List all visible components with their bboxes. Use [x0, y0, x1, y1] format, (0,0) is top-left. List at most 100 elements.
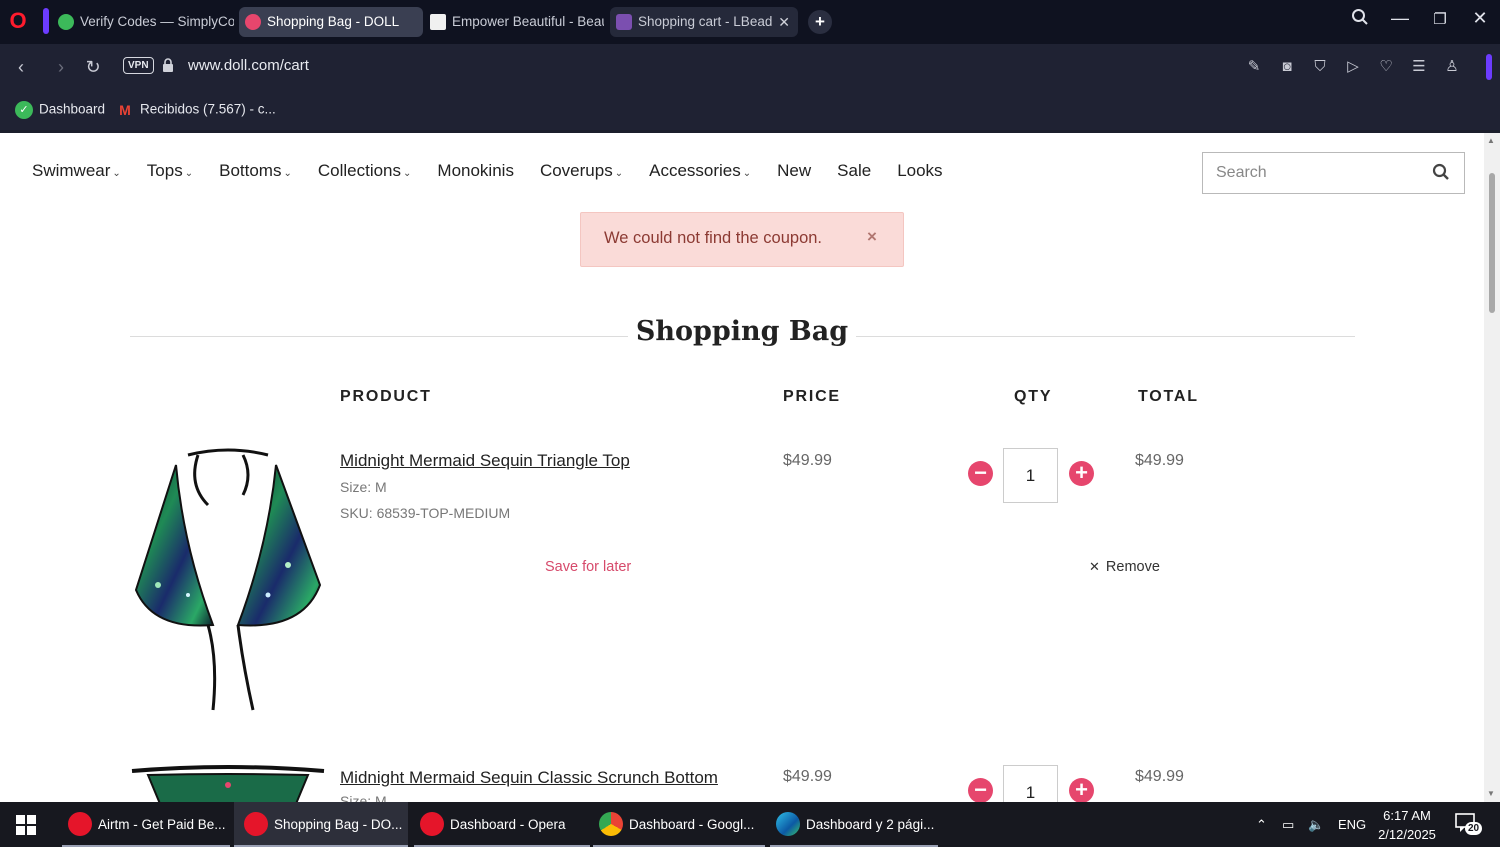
- increase-qty-button[interactable]: +: [1069, 461, 1094, 486]
- easy-setup-icon[interactable]: ☰: [1408, 56, 1430, 78]
- windows-start-icon[interactable]: [16, 815, 36, 840]
- nav-looks[interactable]: Looks: [897, 161, 942, 181]
- column-header-qty: QTY: [1014, 388, 1053, 405]
- nav-collections[interactable]: Collections ⌄: [318, 161, 412, 181]
- scroll-down-icon[interactable]: ▼: [1487, 789, 1495, 798]
- taskbar-item-dashboard-opera[interactable]: Dashboard - Opera: [414, 802, 590, 847]
- new-tab-button[interactable]: +: [808, 10, 832, 34]
- bookmark-label: Dashboard: [39, 101, 106, 117]
- taskbar-item-airtm[interactable]: Airtm - Get Paid Be...: [62, 802, 230, 847]
- nav-new[interactable]: New: [777, 161, 811, 181]
- clock[interactable]: 6:17 AM 2/12/2025: [1376, 806, 1438, 844]
- lock-icon[interactable]: [162, 58, 174, 75]
- scroll-up-icon[interactable]: ▲: [1487, 136, 1495, 145]
- remove-button[interactable]: ✕ Remove: [1089, 559, 1160, 575]
- close-tab-icon[interactable]: ✕: [778, 7, 790, 37]
- taskbar-item-dashboard-chrome[interactable]: Dashboard - Googl...: [593, 802, 765, 847]
- alert-message: We could not find the coupon.: [604, 229, 823, 247]
- product-image-scrunch-bottom[interactable]: [128, 763, 328, 802]
- nav-label: Collections: [317, 161, 402, 180]
- heart-icon[interactable]: ♡: [1375, 56, 1397, 78]
- chevron-up-icon[interactable]: ⌃: [1256, 802, 1267, 847]
- alert-close-icon[interactable]: ×: [867, 227, 877, 247]
- back-icon[interactable]: ‹: [10, 56, 32, 78]
- column-header-product: PRODUCT: [340, 388, 432, 405]
- tab-title: Verify Codes — SimplyCodes: [80, 14, 234, 29]
- camera-icon[interactable]: ◙: [1276, 56, 1298, 78]
- search-icon[interactable]: [1432, 163, 1450, 181]
- chevron-down-icon: ⌄: [742, 168, 752, 179]
- close-window-icon[interactable]: ✕: [1465, 8, 1495, 29]
- opera-icon: [68, 812, 92, 836]
- reload-icon[interactable]: ↻: [82, 56, 104, 78]
- minimize-icon[interactable]: —: [1385, 8, 1415, 29]
- tab-empower-beautiful[interactable]: Empower Beautiful - Beauty: [424, 7, 604, 37]
- eb-favicon-icon: [430, 14, 446, 30]
- product-size: Size: M: [340, 479, 387, 495]
- save-for-later-link[interactable]: Save for later: [545, 559, 631, 575]
- tab-title: Shopping cart - LBead: [638, 14, 773, 29]
- decrease-qty-button[interactable]: −: [968, 461, 993, 486]
- lbead-favicon-icon: [616, 14, 632, 30]
- remove-label: Remove: [1105, 559, 1160, 575]
- nav-sale[interactable]: Sale: [837, 161, 871, 181]
- clock-time: 6:17 AM: [1383, 808, 1431, 823]
- restore-icon[interactable]: ❐: [1425, 10, 1455, 28]
- nav-accessories[interactable]: Accessories ⌄: [649, 161, 751, 181]
- increase-qty-button[interactable]: +: [1069, 778, 1094, 802]
- product-total: $49.99: [1135, 768, 1184, 785]
- opera-icon: [244, 812, 268, 836]
- shield-icon[interactable]: ⛉: [1309, 56, 1331, 78]
- tab-verify-codes[interactable]: Verify Codes — SimplyCodes: [52, 7, 234, 37]
- product-name-link[interactable]: Midnight Mermaid Sequin Classic Scrunch …: [340, 768, 718, 788]
- nav-label: Swimwear: [32, 161, 111, 180]
- quantity-input[interactable]: 1: [1003, 765, 1058, 802]
- tab-title: Shopping Bag - DOLL: [267, 14, 400, 29]
- language-indicator[interactable]: ENG: [1338, 802, 1366, 847]
- main-navigation: Swimwear ⌄ Tops ⌄ Bottoms ⌄ Collections ⌄ Mo…: [32, 161, 969, 181]
- decrease-qty-button[interactable]: −: [968, 778, 993, 802]
- url-field[interactable]: www.doll.com/cart: [188, 57, 309, 74]
- profile-icon[interactable]: ♙: [1441, 56, 1463, 78]
- chevron-down-icon: ⌄: [283, 168, 292, 179]
- search-input[interactable]: [1203, 153, 1403, 193]
- product-sku: SKU: 68539-TOP-MEDIUM: [340, 505, 511, 521]
- product-name-link[interactable]: Midnight Mermaid Sequin Triangle Top: [340, 451, 630, 471]
- nav-label: Monokinis: [437, 161, 514, 180]
- nav-swimwear[interactable]: Swimwear ⌄: [32, 161, 121, 181]
- nav-label: Sale: [837, 161, 872, 180]
- bookmark-dashboard[interactable]: ✓ Dashboard: [15, 101, 105, 119]
- quantity-input[interactable]: 1: [1003, 448, 1058, 503]
- nav-coverups[interactable]: Coverups ⌄: [540, 161, 623, 181]
- product-price: $49.99: [783, 768, 832, 785]
- taskbar-item-dashboard-edge[interactable]: Dashboard y 2 pági...: [770, 802, 938, 847]
- taskbar-item-shopping-bag[interactable]: Shopping Bag - DO...: [234, 802, 408, 847]
- volume-icon[interactable]: 🔈: [1308, 802, 1324, 847]
- network-icon[interactable]: ▭: [1282, 802, 1294, 847]
- tab-shopping-cart-lbead[interactable]: Shopping cart - LBead ✕: [610, 7, 798, 37]
- forward-icon[interactable]: ›: [50, 56, 72, 78]
- search-tabs-icon[interactable]: [1345, 8, 1375, 31]
- taskbar-label: Airtm - Get Paid Be...: [98, 817, 226, 832]
- product-price: $49.99: [783, 452, 832, 469]
- vpn-badge[interactable]: VPN: [123, 57, 154, 74]
- site-search: [1202, 152, 1465, 194]
- send-icon[interactable]: ▷: [1342, 56, 1364, 78]
- product-image-triangle-top[interactable]: [128, 445, 328, 715]
- scroll-thumb[interactable]: [1489, 173, 1495, 313]
- chevron-down-icon: ⌄: [184, 168, 194, 179]
- product-size: Size: M: [340, 793, 387, 802]
- chrome-icon: [599, 812, 623, 836]
- clock-date: 2/12/2025: [1378, 827, 1436, 842]
- opera-logo-icon[interactable]: O: [8, 10, 28, 32]
- nav-tops[interactable]: Tops ⌄: [147, 161, 193, 181]
- nav-monokinis[interactable]: Monokinis: [437, 161, 514, 181]
- close-icon: ✕: [1089, 559, 1100, 574]
- tab-shopping-bag-doll[interactable]: Shopping Bag - DOLL: [239, 7, 423, 37]
- coupon-error-alert: We could not find the coupon. ×: [580, 212, 904, 267]
- page-scrollbar[interactable]: ▲ ▼: [1484, 133, 1500, 802]
- bookmark-gmail[interactable]: M Recibidos (7.567) - c...: [116, 101, 276, 119]
- notifications-icon[interactable]: 20: [1455, 813, 1485, 837]
- snapshot-edit-icon[interactable]: ✎: [1243, 56, 1265, 78]
- nav-bottoms[interactable]: Bottoms ⌄: [219, 161, 292, 181]
